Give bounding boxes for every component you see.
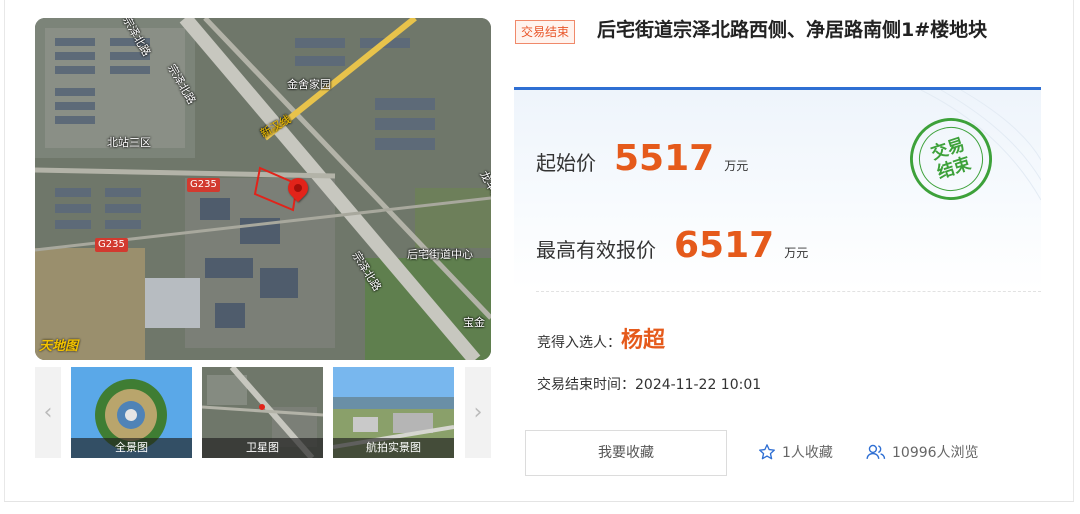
winner-label: 竞得入选人：: [537, 335, 621, 351]
start-price-label: 起始价: [536, 151, 596, 175]
chevron-left-icon: ‹: [43, 400, 53, 425]
page-title: 后宅街道宗泽北路西侧、净居路南侧1#楼地块: [597, 19, 988, 41]
map-imagery: [35, 18, 491, 360]
favorite-button[interactable]: 我要收藏: [525, 430, 727, 476]
thumbnail-panorama[interactable]: 全景图: [71, 367, 192, 458]
satellite-map[interactable]: 宗泽北路 宗泽北路 宗泽北路 金舍家园 新汉线 北站三区 后宅街道中心 宝金 龙…: [35, 18, 491, 360]
winner-row: 竞得入选人： 杨超: [537, 322, 665, 354]
thumbnail-aerial[interactable]: 航拍实景图: [333, 367, 454, 458]
map-label: 宝金: [463, 316, 485, 329]
users-icon: [866, 444, 886, 459]
status-badge: 交易结束: [515, 20, 576, 44]
start-price-row: 起始价 5517 万元: [536, 138, 748, 179]
road-tag: G235: [187, 178, 220, 192]
thumbnail-caption: 卫星图: [202, 438, 323, 458]
map-brand: 天地图: [39, 339, 79, 354]
end-time-row: 交易结束时间：2024-11-22 10:01: [537, 374, 761, 394]
thumbnail-caption: 全景图: [71, 438, 192, 458]
highest-price-row: 最高有效报价 6517 万元: [536, 225, 808, 266]
highest-price-value: 6517: [674, 225, 775, 266]
end-time-value: 2024-11-22 10:01: [635, 377, 762, 393]
star-icon: [759, 444, 775, 460]
views-count-text: 10996人浏览: [892, 445, 979, 461]
winner-name: 杨超: [621, 328, 666, 353]
prev-button[interactable]: ‹: [35, 367, 61, 458]
thumbnail-caption: 航拍实景图: [333, 438, 454, 458]
map-label: 后宅街道中心: [407, 248, 473, 261]
road-tag: G235: [95, 238, 128, 252]
favorites-count-text: 1人收藏: [782, 445, 833, 461]
start-price-unit: 万元: [724, 159, 749, 173]
stamp-text: 交易结束: [928, 134, 974, 184]
views-count: 10996人浏览: [866, 442, 979, 462]
next-button[interactable]: ›: [465, 367, 491, 458]
stamp-ring: 交易结束: [910, 118, 992, 200]
thumbnail-strip: ‹ 全景图 卫星图 航拍实景图 ›: [35, 367, 491, 458]
divider: [4, 501, 1074, 502]
divider: [536, 291, 1041, 292]
thumbnail-satellite[interactable]: 卫星图: [202, 367, 323, 458]
chevron-right-icon: ›: [473, 400, 483, 425]
highest-price-label: 最高有效报价: [536, 238, 656, 262]
highest-price-unit: 万元: [784, 246, 809, 260]
map-label: 金舍家园: [287, 78, 331, 91]
start-price-value: 5517: [614, 138, 715, 179]
map-label: 北站三区: [107, 136, 151, 149]
favorites-count[interactable]: 1人收藏: [758, 442, 833, 462]
end-time-label: 交易结束时间：: [537, 377, 635, 393]
